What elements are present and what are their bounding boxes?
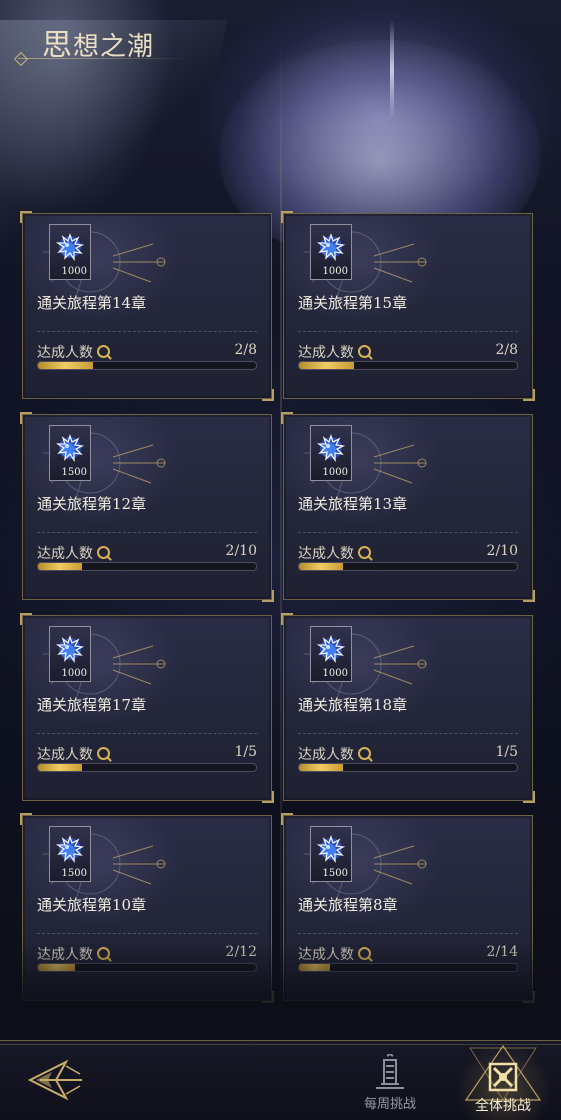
reward-item[interactable]: 1000	[310, 425, 352, 481]
progress-bar	[298, 562, 518, 571]
gem-icon	[56, 835, 84, 863]
reward-item[interactable]: 1500	[49, 826, 91, 882]
progress-bar	[37, 562, 257, 571]
divider	[298, 733, 518, 734]
search-icon[interactable]	[97, 747, 110, 760]
progress-bar	[37, 361, 257, 370]
progress-label[interactable]: 达成人数	[37, 543, 110, 563]
weekly-tower-icon	[376, 1054, 404, 1089]
reward-item[interactable]: 1000	[49, 626, 91, 682]
card-title: 通关旅程第12章	[37, 495, 147, 513]
bottom-fade	[0, 940, 561, 1050]
gem-icon	[317, 434, 345, 462]
progress-value: 2/8	[495, 342, 518, 358]
card-title: 通关旅程第18章	[298, 696, 408, 714]
card-title: 通关旅程第10章	[37, 896, 147, 914]
search-icon[interactable]	[97, 345, 110, 358]
card-title: 通关旅程第8章	[298, 896, 398, 914]
card-title: 通关旅程第14章	[37, 294, 147, 312]
progress-label[interactable]: 达成人数	[298, 342, 371, 362]
progress-value: 1/5	[234, 744, 257, 760]
progress-fill	[299, 362, 354, 369]
progress-label[interactable]: 达成人数	[298, 543, 371, 563]
progress-bar	[37, 763, 257, 772]
search-icon[interactable]	[358, 345, 371, 358]
background-divider	[280, 40, 282, 1040]
gem-icon	[56, 233, 84, 261]
search-icon[interactable]	[358, 546, 371, 559]
progress-bar	[298, 763, 518, 772]
reward-count: 1000	[322, 668, 348, 679]
reward-count: 1000	[61, 266, 87, 277]
progress-value: 2/10	[486, 543, 518, 559]
progress-label[interactable]: 达成人数	[37, 342, 110, 362]
progress-fill	[38, 362, 93, 369]
gem-icon	[317, 233, 345, 261]
reward-item[interactable]: 1500	[310, 826, 352, 882]
challenge-card[interactable]: 1000 通关旅程第13章 达成人数 2/10	[281, 412, 535, 602]
back-button[interactable]	[26, 1056, 86, 1104]
reward-item[interactable]: 1500	[49, 425, 91, 481]
reward-count: 1500	[322, 868, 348, 879]
progress-value: 2/8	[234, 342, 257, 358]
nav-weekly-label: 每周挑战	[363, 1097, 416, 1112]
gem-icon	[317, 635, 345, 663]
reward-item[interactable]: 1000	[49, 224, 91, 280]
reward-count: 1500	[61, 467, 87, 478]
progress-value: 2/10	[225, 543, 257, 559]
divider	[298, 933, 518, 934]
progress-bar	[298, 361, 518, 370]
challenge-card[interactable]: 1000 通关旅程第14章 达成人数 2/8	[20, 211, 274, 401]
reward-item[interactable]: 1000	[310, 626, 352, 682]
challenge-card[interactable]: 1500 通关旅程第12章 达成人数 2/10	[20, 412, 274, 602]
card-title: 通关旅程第17章	[37, 696, 147, 714]
divider	[298, 532, 518, 533]
gem-icon	[317, 835, 345, 863]
progress-fill	[299, 563, 343, 570]
search-icon[interactable]	[97, 546, 110, 559]
challenge-card[interactable]: 1000 通关旅程第18章 达成人数 1/5	[281, 613, 535, 803]
progress-fill	[299, 764, 343, 771]
search-icon[interactable]	[358, 747, 371, 760]
reward-count: 1000	[322, 467, 348, 478]
back-arrow-icon	[27, 1059, 82, 1101]
reward-count: 1000	[322, 266, 348, 277]
reward-item[interactable]: 1000	[310, 224, 352, 280]
progress-fill	[38, 764, 82, 771]
divider	[37, 532, 257, 533]
gem-icon	[56, 434, 84, 462]
divider	[37, 733, 257, 734]
challenge-card[interactable]: 1000 通关旅程第15章 达成人数 2/8	[281, 211, 535, 401]
divider	[298, 331, 518, 332]
card-title: 通关旅程第15章	[298, 294, 408, 312]
progress-value: 1/5	[495, 744, 518, 760]
title-underline	[18, 58, 188, 59]
challenge-card[interactable]: 1000 通关旅程第17章 达成人数 1/5	[20, 613, 274, 803]
all-challenge-icon	[464, 1044, 542, 1101]
reward-count: 1500	[61, 868, 87, 879]
nav-all-label: 全体挑战	[475, 1098, 531, 1114]
nav-weekly-challenge[interactable]: 每周挑战	[350, 1052, 430, 1112]
divider	[37, 933, 257, 934]
reward-count: 1000	[61, 668, 87, 679]
card-title: 通关旅程第13章	[298, 495, 408, 513]
background-star	[390, 20, 394, 120]
nav-all-challenge[interactable]: 全体挑战	[450, 1040, 556, 1120]
divider	[37, 331, 257, 332]
gem-icon	[56, 635, 84, 663]
progress-label[interactable]: 达成人数	[298, 744, 371, 764]
progress-fill	[38, 563, 82, 570]
progress-label[interactable]: 达成人数	[37, 744, 110, 764]
